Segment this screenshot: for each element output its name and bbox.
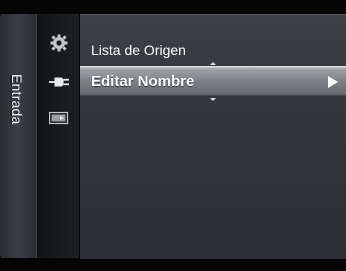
gear-icon-graphic [50,34,68,52]
menu-item-label: Editar Nombre [91,72,195,90]
category-label-column: Entrada [0,14,36,258]
plug-icon-graphic [49,77,69,87]
menu-item-label: Lista de Origen [91,42,186,58]
scroll-down-icon [210,98,216,101]
input-icon-graphic [49,111,69,125]
menu-panel: Lista de Origen Editar Nombre [80,14,346,259]
tv-menu-screen: Entrada Lista de Origen Editar Nombre [0,0,346,271]
scroll-up-icon [210,62,216,65]
category-label: Entrada [9,74,25,125]
plug-icon[interactable] [49,73,69,91]
input-icon[interactable] [49,109,69,127]
submenu-arrow-icon [328,76,338,88]
menu-item-source-list[interactable]: Lista de Origen [80,36,346,64]
menu-item-edit-name[interactable]: Editar Nombre [80,66,346,96]
gear-icon[interactable] [49,34,69,52]
category-icon-column [36,14,117,258]
